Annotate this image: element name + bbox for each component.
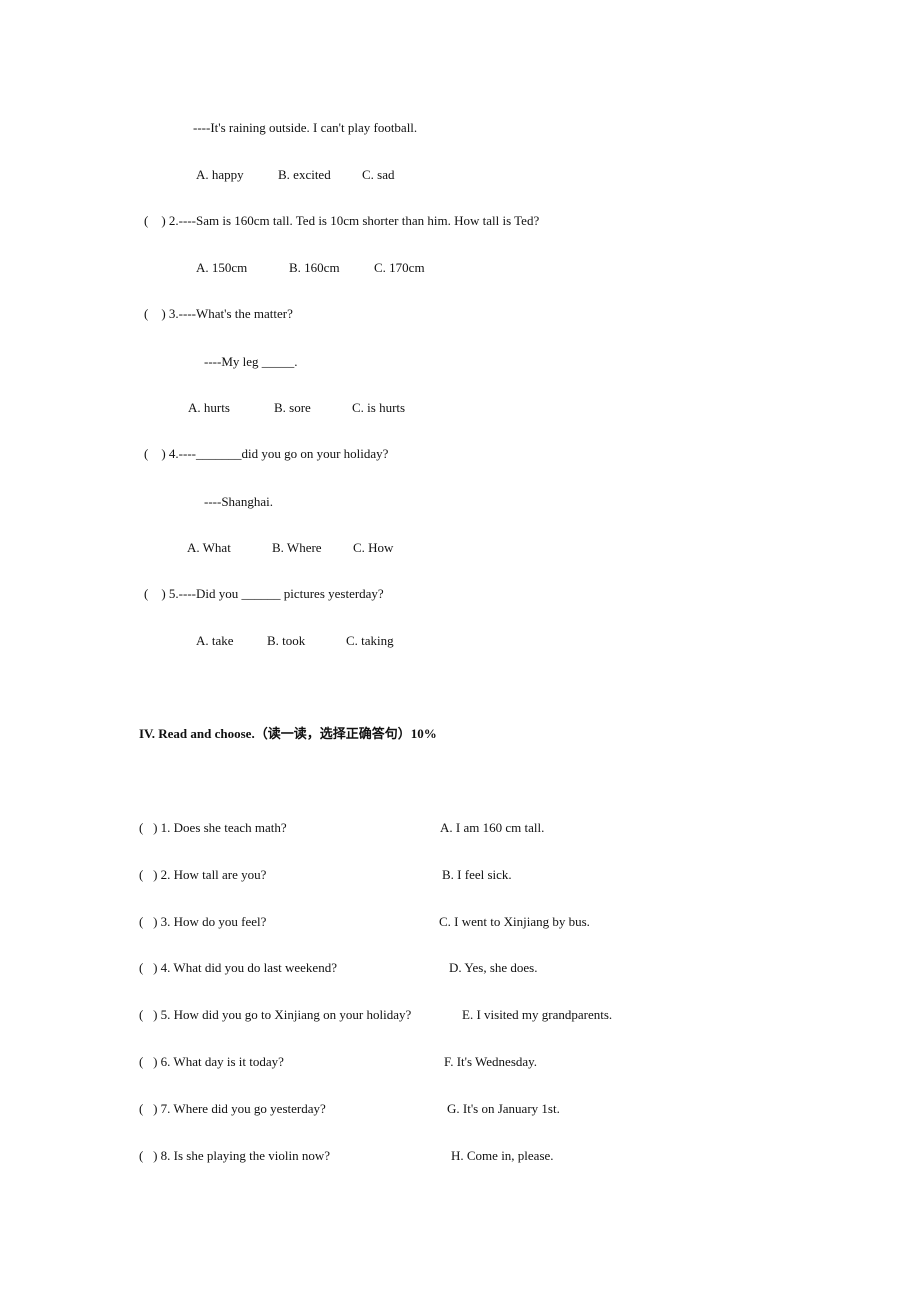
q1-option-a: A. happy — [196, 167, 244, 182]
match-question: ( ) 4. What did you do last weekend? — [139, 960, 337, 976]
q3-option-a: A. hurts — [188, 400, 230, 415]
q2-option-a: A. 150cm — [196, 260, 248, 275]
q3-option-b: B. sore — [274, 400, 311, 415]
q3-reply: ----My leg _____. — [204, 354, 298, 369]
document-page: ----It's raining outside. I can't play f… — [0, 0, 920, 1302]
match-answer: C. I went to Xinjiang by bus. — [439, 913, 590, 929]
match-answer: G. It's on January 1st. — [447, 1100, 560, 1116]
q1-option-b: B. excited — [278, 167, 331, 182]
q2-option-b: B. 160cm — [289, 260, 340, 275]
q3-question: ( ) 3.----What's the matter? — [144, 306, 293, 321]
match-question: ( ) 1. Does she teach math? — [139, 820, 287, 835]
q2-question: ( ) 2.----Sam is 160cm tall. Ted is 10cm… — [144, 213, 540, 228]
match-question: ( ) 6. What day is it today? — [139, 1054, 284, 1069]
q4-option-a: A. What — [187, 540, 231, 555]
match-answer: A. I am 160 cm tall. — [440, 820, 545, 835]
q5-option-c: C. taking — [346, 633, 394, 648]
q4-question: ( ) 4.----_______did you go on your holi… — [144, 446, 389, 461]
match-answer: D. Yes, she does. — [449, 960, 538, 976]
match-question: ( ) 3. How do you feel? — [139, 913, 267, 929]
match-question: ( ) 7. Where did you go yesterday? — [139, 1100, 326, 1116]
section-title: IV. Read and choose.（读一读，选择正确答句）10% — [139, 726, 437, 741]
q1-option-c: C. sad — [362, 167, 395, 182]
q4-option-c: C. How — [353, 540, 394, 555]
match-answer: B. I feel sick. — [442, 866, 512, 882]
q4-option-b: B. Where — [272, 540, 322, 555]
q4-reply: ----Shanghai. — [204, 494, 273, 509]
match-question: ( ) 5. How did you go to Xinjiang on you… — [139, 1007, 412, 1023]
q5-option-b: B. took — [267, 633, 306, 648]
q5-option-a: A. take — [196, 633, 234, 648]
match-question: ( ) 8. Is she playing the violin now? — [139, 1147, 330, 1163]
match-answer: H. Come in, please. — [451, 1147, 554, 1163]
q2-option-c: C. 170cm — [374, 260, 425, 275]
q5-question: ( ) 5.----Did you ______ pictures yester… — [144, 586, 384, 601]
match-answer: F. It's Wednesday. — [444, 1054, 538, 1069]
match-answer: E. I visited my grandparents. — [462, 1007, 613, 1023]
match-question: ( ) 2. How tall are you? — [139, 866, 267, 882]
q3-option-c: C. is hurts — [352, 400, 406, 415]
q1-dialog: ----It's raining outside. I can't play f… — [193, 120, 418, 135]
